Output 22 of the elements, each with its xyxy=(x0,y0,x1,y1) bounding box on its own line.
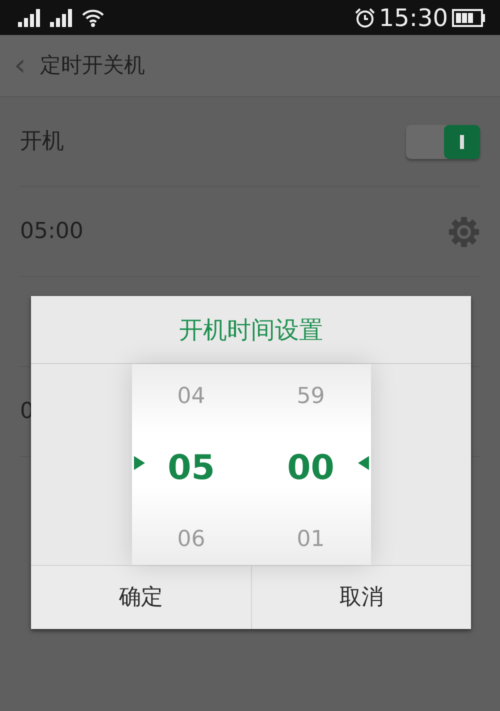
row-label: 05:00 xyxy=(20,218,84,246)
signal-icon xyxy=(18,8,42,26)
pointer-icon xyxy=(134,456,144,470)
status-time: 15:30 xyxy=(378,6,448,30)
signal-icon xyxy=(50,8,74,26)
pointer-icon xyxy=(358,456,368,470)
picker-value[interactable]: 59 xyxy=(296,384,325,410)
wifi-icon xyxy=(82,8,104,26)
picker-value[interactable]: 04 xyxy=(177,384,206,410)
dialog-button[interactable]: 取消 xyxy=(250,566,471,629)
dialog-button[interactable]: 确定 xyxy=(31,566,250,629)
battery-icon xyxy=(452,8,486,26)
picker-value[interactable]: 06 xyxy=(177,526,206,553)
alarm-icon xyxy=(354,8,375,28)
picker-value[interactable]: 01 xyxy=(296,526,325,553)
back-button[interactable]: ‹ xyxy=(14,50,26,80)
picker-value[interactable]: 00 xyxy=(287,448,334,489)
dialog-title: 开机时间设置 xyxy=(179,314,323,346)
toggle-switch[interactable] xyxy=(406,124,480,158)
row-label: 开机 xyxy=(20,128,64,156)
picker-value[interactable]: 05 xyxy=(168,448,215,489)
page-title: 定时开关机 xyxy=(40,52,145,79)
